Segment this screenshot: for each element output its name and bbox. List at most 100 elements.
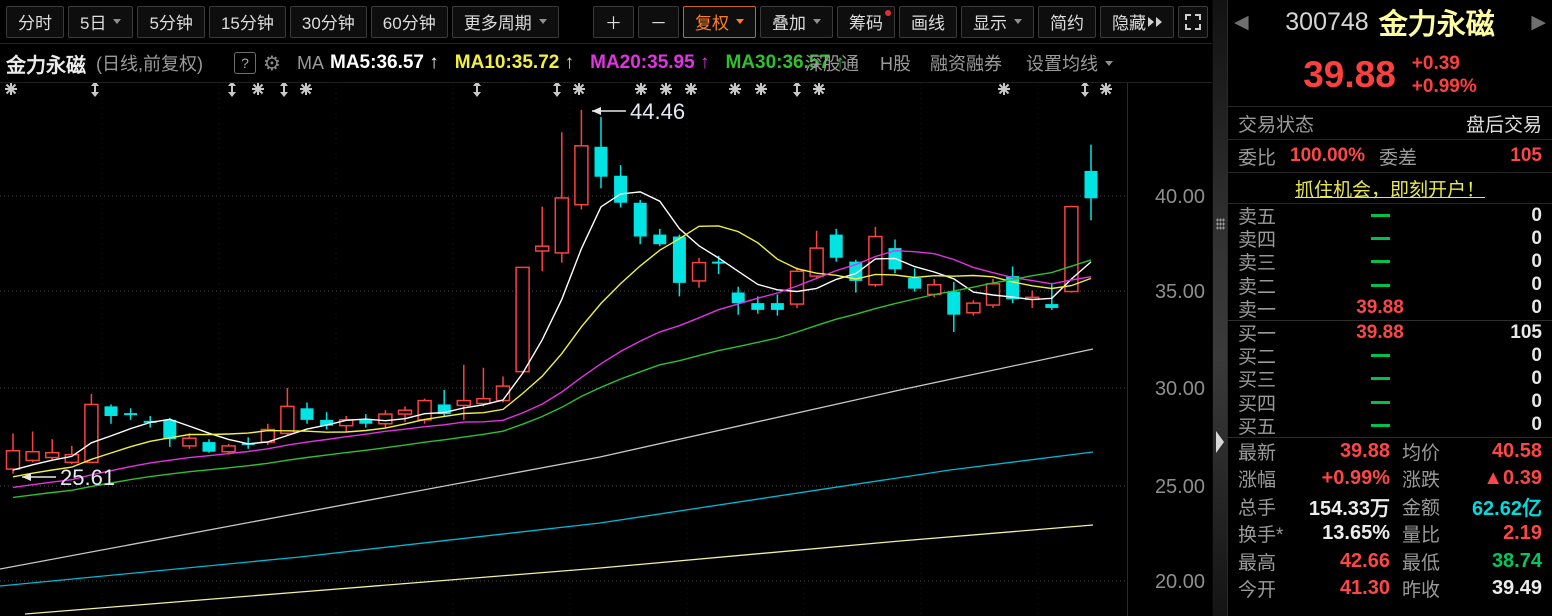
level-price: 39.88 — [1302, 297, 1458, 319]
level-label: 买五 — [1238, 412, 1302, 439]
chevron-down-icon — [1014, 19, 1022, 24]
panel-divider[interactable] — [1212, 0, 1227, 616]
chart-info-bar: 金力永磁 (日线,前复权) ? ⚙ MA MA5:36.57 ↑MA10:35.… — [0, 44, 1212, 83]
price-change: +0.39 — [1412, 52, 1477, 75]
level-price — [1302, 251, 1458, 273]
open-account-link[interactable]: 抓住机会，即刻开户！ — [1295, 175, 1485, 202]
event-arrows-icon — [553, 81, 561, 97]
svg-text:35.00: 35.00 — [1155, 281, 1205, 303]
chart-stock-title: 金力永磁 — [6, 44, 86, 82]
event-flower-icon — [813, 83, 825, 95]
tool-button-2[interactable]: 筹码 — [837, 6, 895, 38]
event-flower-icon — [252, 83, 264, 95]
stat-label: 昨收 — [1402, 575, 1464, 602]
gear-icon[interactable]: ⚙ — [263, 44, 281, 82]
toolbar-button-label: 15分钟 — [221, 9, 274, 34]
bid-row-5[interactable]: 买五0 — [1228, 414, 1552, 437]
empty-price-dash-icon — [1371, 284, 1390, 287]
stat-label: 最高 — [1238, 548, 1300, 575]
ask-row-2[interactable]: 卖二0 — [1228, 274, 1552, 297]
empty-price-dash-icon — [1371, 354, 1390, 357]
empty-price-dash-icon — [1371, 214, 1390, 217]
empty-price-dash-icon — [1371, 401, 1390, 404]
ask-row-5[interactable]: 卖五0 — [1228, 204, 1552, 227]
stat-value: 154.33万 — [1300, 492, 1390, 521]
stat-cell: 换手*13.65% — [1238, 520, 1390, 547]
bid-row-3[interactable]: 买三0 — [1228, 367, 1552, 390]
bid-row-1[interactable]: 买一39.88105 — [1228, 321, 1552, 344]
level-volume: 0 — [1458, 251, 1542, 273]
quote-panel: ◀ 300748 金力永磁 ▶ 39.88 +0.39 +0.99% 交易状态 … — [1227, 0, 1552, 616]
level-price — [1302, 274, 1458, 296]
chevron-right-icon — [1156, 17, 1162, 27]
collapse-panel-arrow-icon[interactable] — [1216, 431, 1224, 453]
level-price — [1302, 414, 1458, 436]
level-price: 39.88 — [1302, 322, 1458, 344]
stock-name: 金力永磁 — [1379, 1, 1495, 43]
next-stock-arrow[interactable]: ▶ — [1531, 11, 1546, 34]
last-price: 39.88 — [1303, 54, 1396, 96]
period-tab-5[interactable]: 60分钟 — [371, 6, 448, 38]
period-tab-6[interactable]: 更多周期 — [452, 6, 559, 38]
period-tab-1[interactable]: 5日 — [68, 6, 133, 38]
weicha-label: 委差 — [1379, 143, 1417, 170]
tool-button-4[interactable]: 显示 — [961, 6, 1034, 38]
ma-settings-button[interactable]: 设置均线 — [1026, 44, 1113, 82]
period-tab-4[interactable]: 30分钟 — [290, 6, 367, 38]
info-link-2[interactable]: 融资融券 — [930, 44, 1002, 82]
divider-grip-icon[interactable] — [1216, 218, 1225, 230]
zoom-in-button[interactable]: ＋ — [593, 6, 634, 38]
svg-text:20.00: 20.00 — [1155, 571, 1205, 593]
stat-label: 量比 — [1402, 520, 1464, 547]
toolbar-button-label: 筹码 — [849, 9, 883, 34]
stat-label: 今开 — [1238, 575, 1300, 602]
tool-button-6[interactable]: 隐藏 — [1100, 6, 1174, 38]
stat-cell: 昨收39.49 — [1390, 575, 1542, 602]
event-flower-icon — [1100, 83, 1112, 95]
event-arrows-icon — [1081, 81, 1089, 97]
stats-grid: 最新39.88均价40.58涨幅+0.99%涨跌▲0.39总手154.33万金额… — [1228, 438, 1552, 602]
tool-button-0[interactable]: 复权 — [683, 6, 756, 38]
empty-price-dash-icon — [1371, 424, 1390, 427]
tool-button-5[interactable]: 简约 — [1038, 6, 1096, 38]
stat-label: 涨幅 — [1238, 465, 1300, 492]
svg-text:25.61: 25.61 — [60, 465, 115, 490]
level-price — [1302, 228, 1458, 250]
stat-cell: 量比2.19 — [1390, 520, 1542, 547]
tool-button-1[interactable]: 叠加 — [760, 6, 833, 38]
info-link-1[interactable]: H股 — [880, 44, 911, 82]
stat-cell: 最新39.88 — [1238, 438, 1390, 465]
level-price — [1302, 391, 1458, 413]
level-volume: 0 — [1458, 297, 1542, 319]
stat-label: 换手* — [1238, 520, 1300, 547]
ma-value-1: MA10:35.72 ↑ — [455, 52, 574, 74]
period-tab-3[interactable]: 15分钟 — [209, 6, 286, 38]
zoom-out-button[interactable]: － — [638, 6, 679, 38]
ask-row-1[interactable]: 卖一39.880 — [1228, 297, 1552, 321]
toolbar-button-label: 叠加 — [772, 9, 806, 34]
chevron-down-icon — [813, 19, 821, 24]
price-annotation: 44.46 — [592, 99, 685, 124]
ask-row-4[interactable]: 卖四0 — [1228, 227, 1552, 250]
level-volume: 0 — [1458, 345, 1542, 367]
stat-cell: 均价40.58 — [1390, 438, 1542, 465]
chevron-down-icon — [113, 19, 121, 24]
bid-row-2[interactable]: 买二0 — [1228, 344, 1552, 367]
event-flower-icon — [635, 83, 647, 95]
tool-button-3[interactable]: 画线 — [899, 6, 957, 38]
event-arrows-icon — [473, 81, 481, 97]
stats-row-1: 涨幅+0.99%涨跌▲0.39 — [1228, 465, 1552, 492]
toolbar-button-label: 30分钟 — [302, 9, 355, 34]
period-tab-2[interactable]: 5分钟 — [137, 6, 204, 38]
toolbar-button-label: 简约 — [1050, 9, 1084, 34]
fullscreen-button[interactable] — [1178, 6, 1208, 38]
bid-row-4[interactable]: 买四0 — [1228, 391, 1552, 414]
ask-row-3[interactable]: 卖三0 — [1228, 250, 1552, 273]
prev-stock-arrow[interactable]: ◀ — [1234, 11, 1249, 34]
period-tab-0[interactable]: 分时 — [6, 6, 64, 38]
event-flower-icon — [755, 83, 767, 95]
quote-header: ◀ 300748 金力永磁 ▶ — [1228, 0, 1552, 44]
trade-status-value: 盘后交易 — [1466, 110, 1542, 137]
help-icon[interactable]: ? — [234, 52, 256, 74]
info-link-0[interactable]: 深股通 — [805, 44, 859, 82]
